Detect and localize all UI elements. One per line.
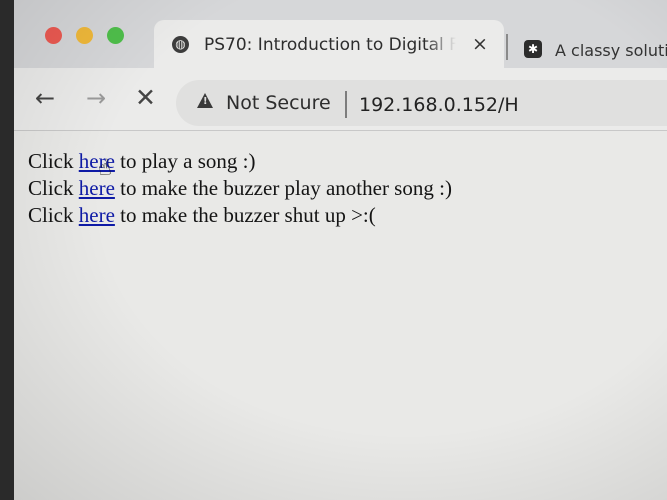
minimize-window-button[interactable] [76, 27, 93, 44]
line-suffix: to play a song :) [114, 149, 256, 173]
globe-icon: ◍ [172, 36, 189, 53]
security-indicator[interactable]: Not Secure [226, 92, 331, 114]
shut-up-line: Click here to make the buzzer shut up >:… [28, 202, 648, 229]
forward-button[interactable]: → [86, 84, 106, 112]
shut-up-link[interactable]: here [79, 203, 115, 227]
back-button[interactable]: ← [35, 84, 55, 112]
tab-classy-solution[interactable]: A classy soluti [555, 41, 667, 60]
line-suffix: to make the buzzer play another song :) [114, 176, 452, 200]
tab-title: PS70: Introduction to Digital F [204, 35, 456, 55]
close-window-button[interactable] [45, 27, 62, 44]
song-line: Click here to play a song :) [28, 148, 648, 175]
app-icon: ✱ [524, 40, 542, 58]
zoom-window-button[interactable] [107, 27, 124, 44]
tab-close-button[interactable]: × [472, 33, 488, 55]
line-prefix: Click [28, 149, 79, 173]
tab-divider [506, 34, 508, 60]
line-prefix: Click [28, 203, 79, 227]
page-content: Click here to play a song :) Click here … [28, 148, 648, 229]
line-prefix: Click [28, 176, 79, 200]
stop-loading-button[interactable]: ✕ [135, 83, 156, 112]
line-suffix: to make the buzzer shut up >:( [114, 203, 376, 227]
url-text[interactable]: 192.168.0.152/H [359, 94, 519, 116]
address-bar-divider [345, 91, 347, 118]
browser-window: ◍ PS70: Introduction to Digital F × ✱ A … [14, 0, 667, 500]
warning-icon-mark: ! [203, 96, 208, 107]
another-song-line: Click here to make the buzzer play anoth… [28, 175, 648, 202]
